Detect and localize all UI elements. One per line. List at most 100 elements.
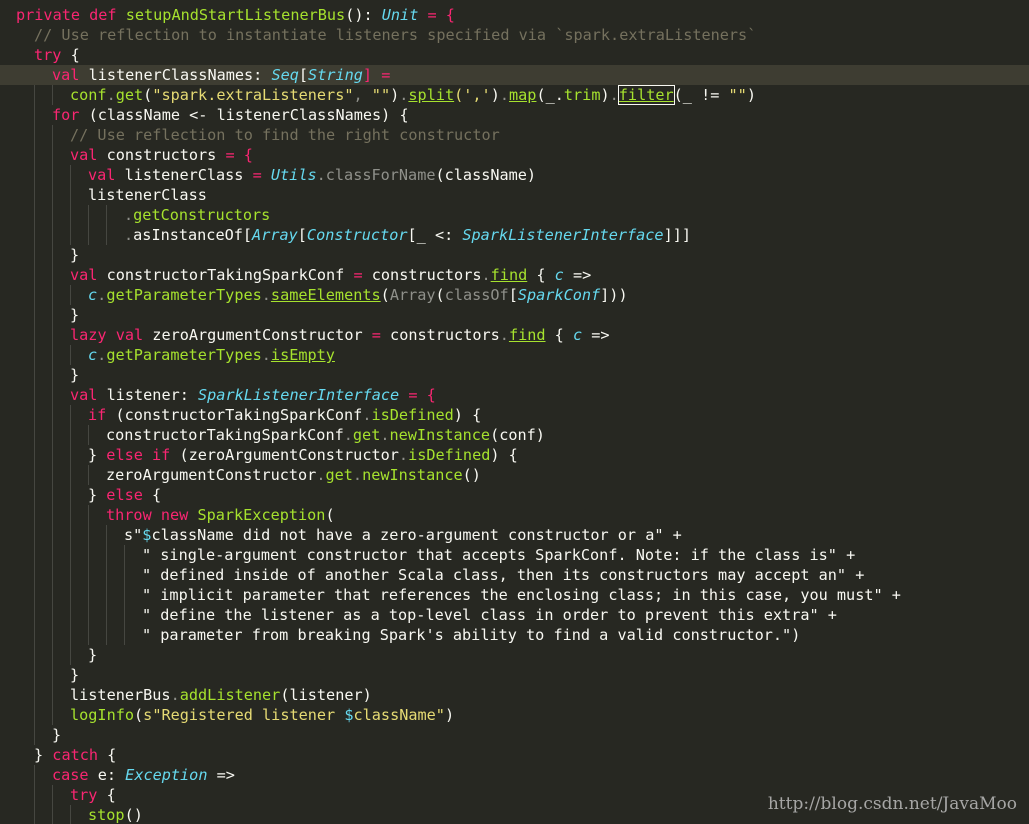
- code-token: (): [124, 806, 143, 824]
- code-token: Array: [389, 286, 436, 304]
- code-line[interactable]: private def setupAndStartListenerBus(): …: [0, 5, 1029, 25]
- code-line[interactable]: " define the listener as a top-level cla…: [0, 605, 1029, 625]
- code-line[interactable]: }: [0, 645, 1029, 665]
- code-line[interactable]: constructorTakingSparkConf.get.newInstan…: [0, 425, 1029, 445]
- code-token: isDefined: [408, 446, 491, 464]
- code-line[interactable]: } else {: [0, 485, 1029, 505]
- code-token: private def: [16, 6, 126, 24]
- code-token: +: [818, 606, 837, 624]
- code-line[interactable]: " implicit parameter that references the…: [0, 585, 1029, 605]
- code-token: "": [728, 86, 747, 104]
- code-line[interactable]: }: [0, 665, 1029, 685]
- code-token: .: [352, 466, 363, 484]
- code-line[interactable]: c.getParameterTypes.isEmpty: [0, 345, 1029, 365]
- current-code-line[interactable]: val listenerClassNames: Seq[String] =: [0, 65, 1029, 85]
- code-token: {: [97, 786, 116, 804]
- code-token: (: [143, 86, 153, 104]
- code-token: (className <- listenerClassNames) {: [79, 106, 409, 124]
- code-line[interactable]: c.getParameterTypes.sameElements(Array(c…: [0, 285, 1029, 305]
- code-line[interactable]: listenerBus.addListener(listener): [0, 685, 1029, 705]
- code-token: className did not have a zero-argument c…: [151, 526, 664, 544]
- code-token: +: [882, 586, 901, 604]
- code-token: (: [435, 286, 445, 304]
- code-token: }: [88, 486, 107, 504]
- code-token: (: [134, 706, 144, 724]
- code-token: Seq: [271, 66, 299, 84]
- code-token: getConstructors: [133, 206, 271, 224]
- code-line[interactable]: throw new SparkException(: [0, 505, 1029, 525]
- code-line[interactable]: // Use reflection to instantiate listene…: [0, 25, 1029, 45]
- code-line[interactable]: val listenerClass = Utils.classForName(c…: [0, 165, 1029, 185]
- code-token: Unit: [381, 6, 419, 24]
- code-line[interactable]: " defined inside of another Scala class,…: [0, 565, 1029, 585]
- code-token: constructorTakingSparkConf: [106, 266, 345, 284]
- code-line[interactable]: zeroArgumentConstructor.get.newInstance(…: [0, 465, 1029, 485]
- code-token: split: [408, 86, 455, 104]
- code-line[interactable]: s"$className did not have a zero-argumen…: [0, 525, 1029, 545]
- code-token: if: [88, 406, 107, 424]
- code-token: (_.: [536, 86, 564, 104]
- code-line[interactable]: .asInstanceOf[Array[Constructor[_ <: Spa…: [0, 225, 1029, 245]
- code-token: logInfo: [70, 706, 135, 724]
- code-token: .: [106, 86, 116, 104]
- code-line[interactable]: " single-argument constructor that accep…: [0, 545, 1029, 565]
- code-token: (zeroArgumentConstructor: [170, 446, 399, 464]
- code-line[interactable]: // Use reflection to find the right cons…: [0, 125, 1029, 145]
- code-token: }: [34, 746, 53, 764]
- code-token: val: [70, 266, 107, 284]
- code-line[interactable]: val listener: SparkListenerInterface = {: [0, 385, 1029, 405]
- code-token: [: [298, 66, 309, 84]
- code-token: .: [261, 286, 271, 304]
- code-token: (): [462, 466, 481, 484]
- code-token: SparkListenerInterface: [462, 226, 664, 244]
- code-token: find: [508, 326, 546, 344]
- code-token: [_ <:: [407, 226, 463, 244]
- code-line[interactable]: .getConstructors: [0, 205, 1029, 225]
- code-token: ): [746, 86, 756, 104]
- code-token: = {: [216, 146, 253, 164]
- code-token: // Use reflection to instantiate listene…: [34, 26, 757, 44]
- code-token: ]]]: [663, 226, 691, 244]
- code-line[interactable]: case e: Exception =>: [0, 765, 1029, 785]
- code-token: trim: [563, 86, 601, 104]
- code-token: c: [554, 266, 564, 284]
- code-token: constructorTakingSparkConf: [106, 426, 344, 444]
- code-token: newInstance: [362, 466, 463, 484]
- code-token: ])): [600, 286, 628, 304]
- code-token: filter: [617, 85, 675, 105]
- code-line[interactable]: listenerClass: [0, 185, 1029, 205]
- code-line[interactable]: if (constructorTakingSparkConf.isDefined…: [0, 405, 1029, 425]
- code-line[interactable]: " parameter from breaking Spark's abilit…: [0, 625, 1029, 645]
- code-token: listenerClass: [124, 166, 244, 184]
- code-token: find: [490, 266, 528, 284]
- code-line[interactable]: val constructorTakingSparkConf = constru…: [0, 265, 1029, 285]
- code-token: else if: [106, 446, 171, 464]
- code-token: val: [52, 66, 89, 84]
- code-token: classForName: [325, 166, 436, 184]
- code-line[interactable]: }: [0, 725, 1029, 745]
- code-line[interactable]: try {: [0, 45, 1029, 65]
- code-token: asInstanceOf: [133, 226, 243, 244]
- code-line[interactable]: } else if (zeroArgumentConstructor.isDef…: [0, 445, 1029, 465]
- code-line[interactable]: logInfo(s"Registered listener $className…: [0, 705, 1029, 725]
- code-token: for: [52, 106, 80, 124]
- code-token: }: [52, 726, 62, 744]
- code-token: String: [308, 66, 363, 84]
- code-line[interactable]: }: [0, 305, 1029, 325]
- code-token: catch: [52, 746, 99, 764]
- code-line[interactable]: conf.get("spark.extraListeners", "").spl…: [0, 85, 1029, 105]
- code-line[interactable]: } catch {: [0, 745, 1029, 765]
- code-editor[interactable]: private def setupAndStartListenerBus(): …: [0, 0, 1029, 824]
- code-line[interactable]: for (className <- listenerClassNames) {: [0, 105, 1029, 125]
- code-token: = {: [418, 6, 455, 24]
- code-token: else: [106, 486, 143, 504]
- code-token: {: [61, 46, 80, 64]
- code-line[interactable]: lazy val zeroArgumentConstructor = const…: [0, 325, 1029, 345]
- code-token: val: [70, 386, 107, 404]
- code-token: .: [398, 446, 409, 464]
- code-line[interactable]: }: [0, 365, 1029, 385]
- code-token: "spark.extraListeners": [152, 86, 354, 104]
- code-token: throw new: [106, 506, 198, 524]
- code-line[interactable]: }: [0, 245, 1029, 265]
- code-line[interactable]: val constructors = {: [0, 145, 1029, 165]
